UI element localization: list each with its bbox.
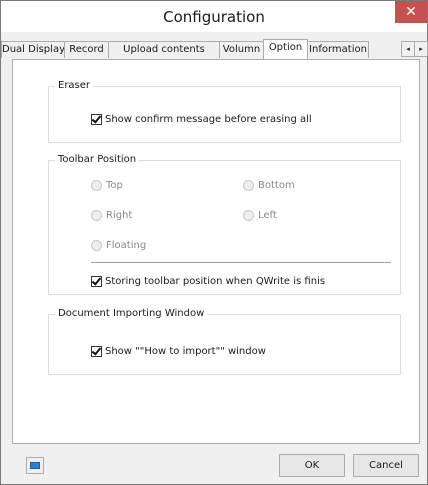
- confirm-erase-checkbox[interactable]: Show confirm message before erasing all: [91, 112, 312, 126]
- checkmark-icon: [91, 112, 102, 124]
- confirm-erase-box[interactable]: [91, 112, 102, 125]
- radio-floating[interactable]: Floating: [91, 238, 146, 252]
- radio-floating-label: Floating: [106, 239, 147, 251]
- radio-right[interactable]: Right: [91, 208, 132, 222]
- store-toolbar-position-label: Storing toolbar position when QWrite is …: [105, 275, 326, 287]
- show-how-to-import-label: Show ""How to import"" window: [105, 345, 266, 357]
- store-toolbar-position-checkbox[interactable]: Storing toolbar position when QWrite is …: [91, 274, 325, 288]
- radio-left[interactable]: Left: [243, 208, 277, 222]
- radio-top[interactable]: Top: [91, 178, 123, 192]
- radio-top-circle[interactable]: [91, 179, 102, 191]
- show-how-to-import-box[interactable]: [91, 344, 102, 357]
- radio-bottom[interactable]: Bottom: [243, 178, 295, 192]
- tab-upload-contents[interactable]: Upload contents: [108, 41, 220, 58]
- tab-record[interactable]: Record: [64, 41, 109, 58]
- radio-right-label: Right: [106, 209, 133, 221]
- tab-dual-display[interactable]: Dual Display: [1, 41, 65, 58]
- tab-scroll-left-button[interactable]: ◂: [401, 41, 415, 57]
- eraser-group-title: Eraser: [55, 80, 94, 92]
- radio-left-circle[interactable]: [243, 209, 254, 221]
- tab-option[interactable]: Option: [263, 39, 308, 59]
- eraser-group: Eraser Show confirm message before erasi…: [48, 80, 401, 143]
- store-toolbar-position-box[interactable]: [91, 274, 102, 287]
- show-how-to-import-checkbox[interactable]: Show ""How to import"" window: [91, 344, 266, 358]
- confirm-erase-label: Show confirm message before erasing all: [105, 113, 312, 125]
- checkmark-icon: [91, 344, 102, 356]
- toolbar-position-group: Toolbar Position Top Bottom Right Left F…: [48, 154, 401, 295]
- toolbar-position-group-title: Toolbar Position: [55, 154, 140, 166]
- ok-button[interactable]: OK: [279, 454, 345, 477]
- document-importing-group: Document Importing Window Show ""How to …: [48, 308, 401, 375]
- radio-top-label: Top: [106, 179, 123, 191]
- keyboard-button[interactable]: [26, 457, 44, 474]
- arrow-left-icon: ◂: [406, 45, 410, 53]
- toolbar-separator: [91, 262, 391, 263]
- configuration-window: Configuration ✕ Dual Display Record Uplo…: [0, 0, 428, 485]
- document-importing-group-title: Document Importing Window: [55, 308, 208, 320]
- tab-volumn[interactable]: Volumn: [219, 41, 264, 58]
- title-bar: Configuration ✕: [1, 1, 427, 32]
- keyboard-icon: [30, 462, 40, 469]
- option-panel: Eraser Show confirm message before erasi…: [12, 59, 420, 444]
- tab-strip: Dual Display Record Upload contents Volu…: [1, 39, 428, 59]
- radio-floating-circle[interactable]: [91, 239, 102, 251]
- radio-bottom-circle[interactable]: [243, 179, 254, 191]
- window-title: Configuration: [163, 8, 265, 26]
- radio-right-circle[interactable]: [91, 209, 102, 221]
- tab-scroll-right-button[interactable]: ▸: [414, 41, 428, 57]
- close-icon: ✕: [405, 4, 417, 20]
- close-button[interactable]: ✕: [395, 1, 427, 23]
- radio-bottom-label: Bottom: [258, 179, 295, 191]
- cancel-button[interactable]: Cancel: [353, 454, 419, 477]
- tab-information[interactable]: Information: [307, 41, 369, 58]
- radio-left-label: Left: [258, 209, 277, 221]
- checkmark-icon: [91, 274, 102, 286]
- arrow-right-icon: ▸: [419, 45, 423, 53]
